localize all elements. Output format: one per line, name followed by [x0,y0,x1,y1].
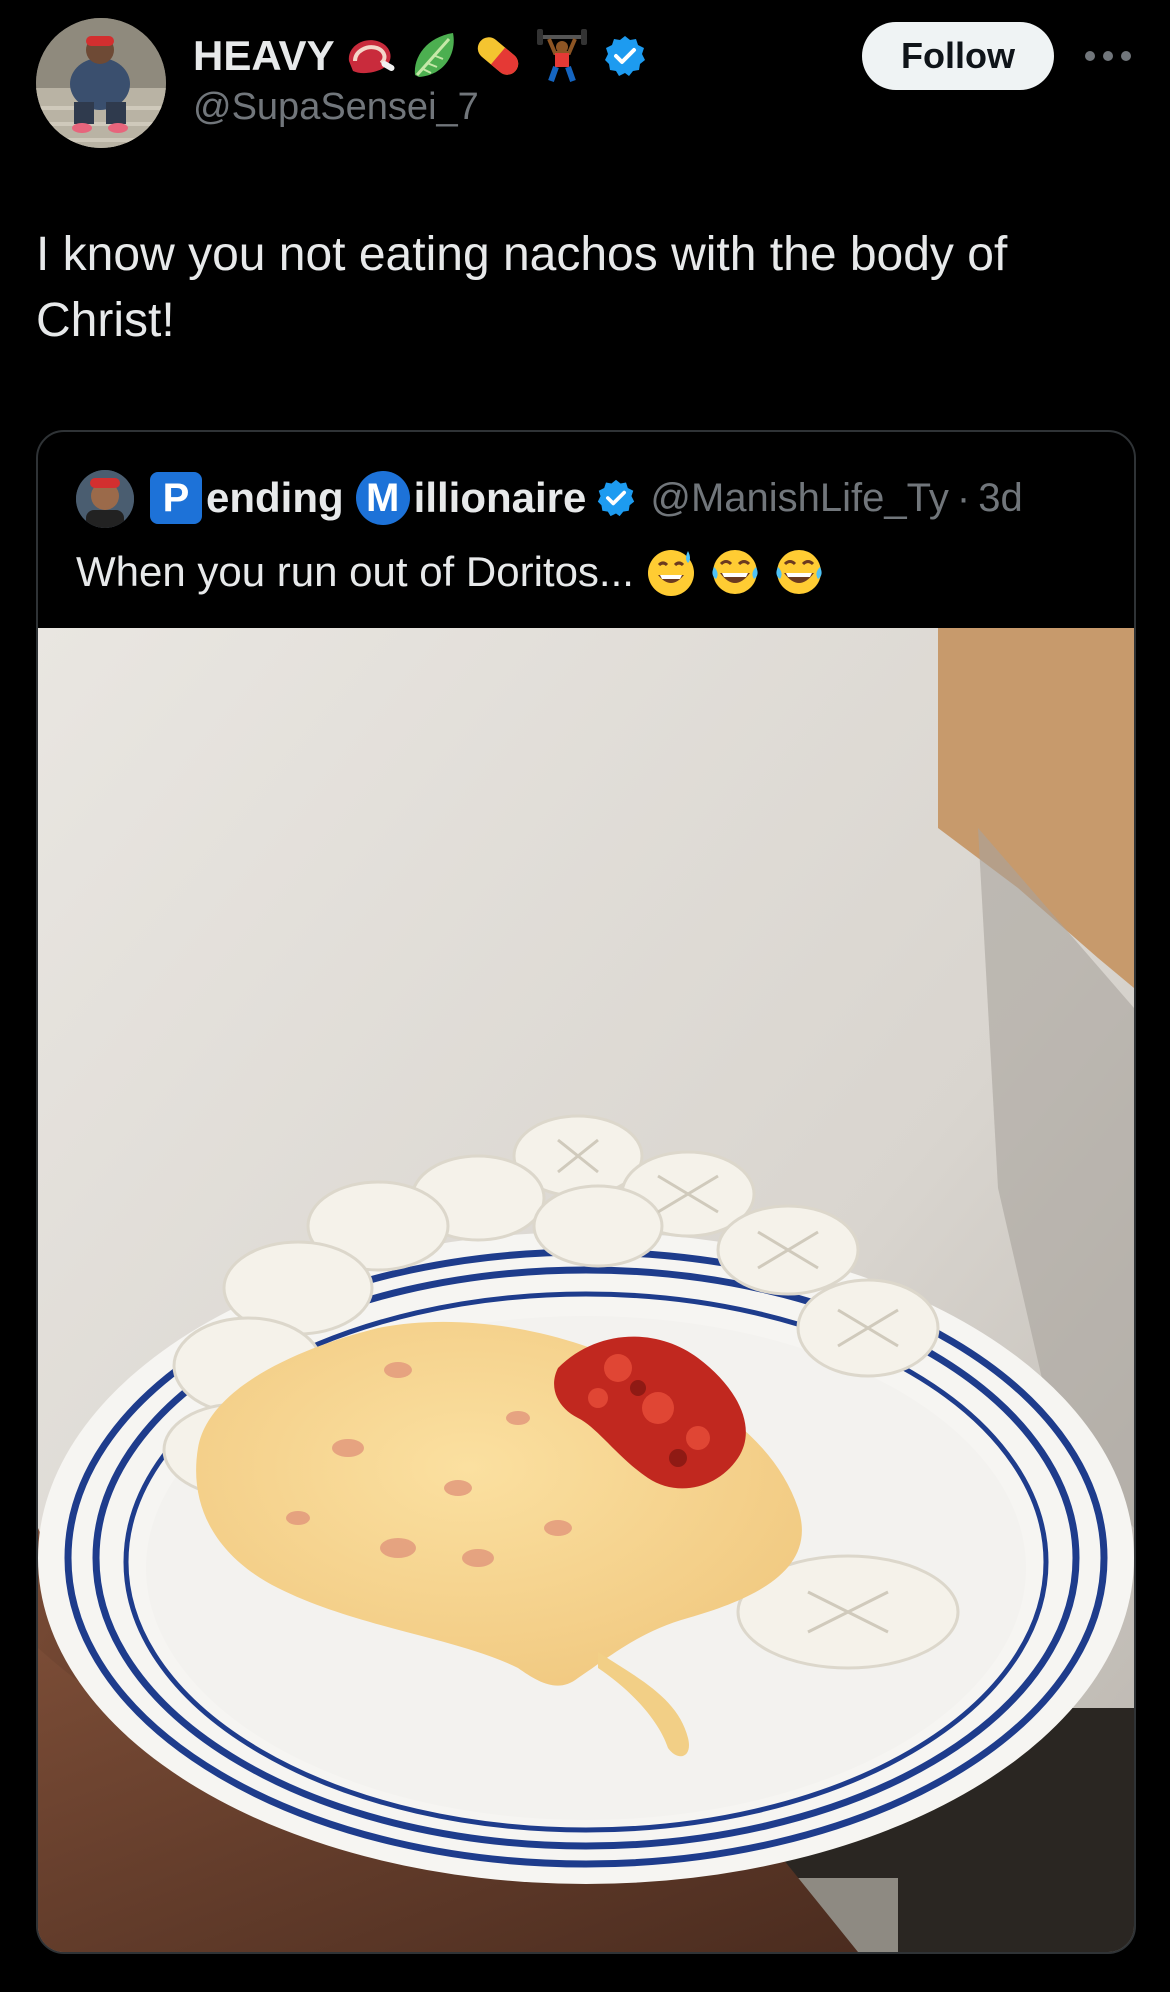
pill-icon [477,37,518,75]
quoted-author-avatar[interactable] [76,470,134,528]
verified-badge-icon [604,36,645,76]
quoted-name-part2: illionaire [413,474,587,521]
quoted-timestamp[interactable]: 3d [978,476,1023,521]
m-circle-emoji: M [355,471,410,525]
weightlifter-icon [536,29,587,83]
follow-button[interactable]: Follow [862,22,1054,90]
author-avatar[interactable] [36,18,166,148]
more-horizontal-icon[interactable] [1080,36,1136,76]
author-handle[interactable]: @SupaSensei_7 [193,86,479,129]
quoted-display-name[interactable]: P ending M illionaire [150,471,586,525]
author-display-name[interactable]: HEAVY [193,32,335,80]
quoted-handle[interactable]: @ManishLife_Ty [650,476,949,521]
author-name-row: HEAVY [193,24,647,88]
tweet-post: HEAVY @SupaSensei_7 Follow I know you no… [0,0,1170,1992]
lettuce-icon [414,33,454,77]
quoted-text: When you run out of Doritos... [76,548,634,595]
tears-of-joy-icon [776,550,822,594]
grinning-sweat-icon [647,550,694,596]
tears-of-joy-icon [712,550,758,594]
photo-communion-wafers-queso-plate [38,628,1134,1952]
p-button-emoji: P [150,472,202,524]
steak-icon [348,40,395,74]
quoted-name-part1: ending [206,474,344,521]
quoted-header: P ending M illionaire @ManishLife_Ty · 3… [150,466,1023,530]
tweet-text: I know you not eating nachos with the bo… [36,228,1008,347]
quoted-tweet-card[interactable]: P ending M illionaire @ManishLife_Ty · 3… [36,430,1136,1954]
quoted-verified-badge-icon [598,479,635,517]
quoted-media-photo[interactable] [38,628,1134,1952]
quoted-separator: · [956,475,971,520]
quoted-text-row: When you run out of Doritos... [76,540,826,604]
